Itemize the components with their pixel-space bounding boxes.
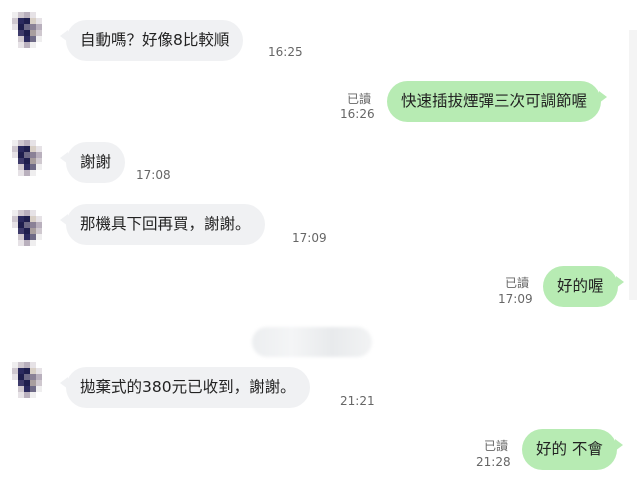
message-time: 17:08 — [136, 168, 171, 182]
read-receipt: 已讀 — [505, 276, 530, 290]
message-time: 16:26 — [340, 107, 375, 121]
contact-avatar[interactable] — [12, 210, 48, 246]
message-time: 21:21 — [340, 394, 375, 408]
contact-avatar[interactable] — [12, 140, 48, 176]
chat-scrollbar[interactable] — [629, 30, 637, 300]
incoming-message-bubble[interactable]: 自動嗎？好像8比較順 — [59, 20, 244, 61]
read-receipt: 已讀 — [484, 439, 509, 453]
blurred-system-notice — [252, 327, 372, 357]
contact-avatar[interactable] — [12, 12, 48, 48]
message-time: 21:28 — [476, 455, 511, 469]
incoming-message-bubble[interactable]: 拋棄式的380元已收到，謝謝。 — [60, 367, 310, 408]
contact-avatar[interactable] — [12, 362, 48, 398]
incoming-message-bubble[interactable]: 那機具下回再買，謝謝。 — [60, 204, 265, 245]
message-time: 16:25 — [268, 45, 303, 59]
outgoing-message-bubble[interactable]: 快速插拔煙彈三次可調節喔 — [387, 81, 608, 122]
incoming-message-bubble[interactable]: 謝謝 — [59, 142, 126, 183]
message-time: 17:09 — [498, 292, 533, 306]
read-receipt: 已讀 — [347, 92, 372, 106]
outgoing-message-bubble[interactable]: 好的 不會 — [522, 429, 623, 470]
message-time: 17:09 — [292, 231, 327, 245]
outgoing-message-bubble[interactable]: 好的喔 — [543, 266, 623, 307]
